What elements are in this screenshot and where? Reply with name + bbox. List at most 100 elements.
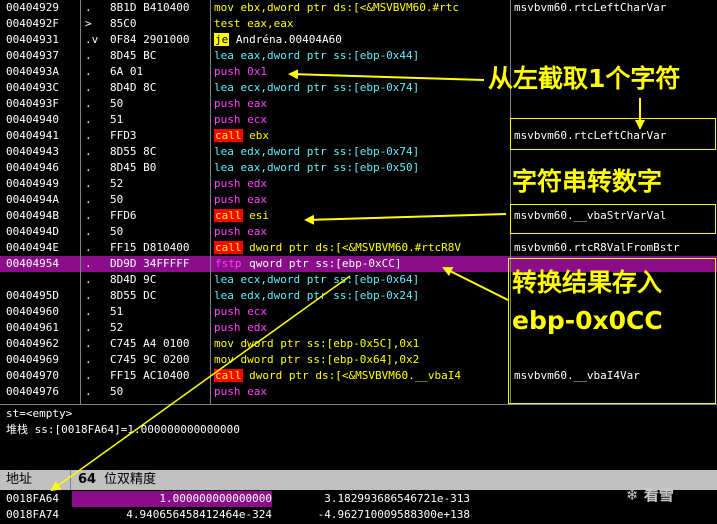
dump-value: 3.182993686546721e-313 — [324, 492, 470, 505]
disasm-instruction: lea eax,dword ptr ss:[ebp-0x50] — [214, 160, 510, 176]
disasm-hex: 8D45 B0 — [110, 161, 157, 174]
disasm-address: 00404937 — [6, 49, 59, 62]
disasm-row[interactable]: 0040492F >85C0 test eax,eax — [0, 16, 717, 32]
disasm-instruction: lea ecx,dword ptr ss:[ebp-0x64] — [214, 272, 510, 288]
disasm-address: 0040495A — [6, 273, 59, 286]
annotation-str-to-num: 字符串转数字 — [512, 167, 663, 196]
disasm-address: 0040494B — [6, 209, 59, 222]
disasm-hex: 51 — [110, 305, 124, 318]
disasm-instruction: test eax,eax — [214, 16, 510, 32]
disasm-hex: 50 — [110, 385, 124, 398]
jump-marker: . — [85, 193, 92, 206]
memory-dump-pane[interactable]: 0018FA64 1.000000000000000 3.1829936865467… — [0, 490, 717, 524]
disasm-address: 00404969 — [6, 353, 59, 366]
dump-header-format[interactable]: 位双精度 — [104, 470, 156, 490]
stack-value-text: 堆栈 ss:[0018FA64]=1.000000000000000 — [6, 423, 240, 436]
disasm-address: 00404960 — [6, 305, 59, 318]
instruction-token: push eax — [214, 193, 267, 206]
disasm-instruction: je Andréna.00404A60 — [214, 32, 510, 48]
disasm-instruction: push eax — [214, 224, 510, 240]
annotation-left-char: 从左截取1个字符 — [488, 64, 681, 93]
disasm-address: 0040493A — [6, 65, 59, 78]
disasm-hex: 50 — [110, 97, 124, 110]
watermark-text: 看雪 — [643, 486, 674, 504]
jump-marker: . — [85, 113, 92, 126]
disasm-instruction: lea edx,dword ptr ss:[ebp-0x74] — [214, 144, 510, 160]
disasm-row[interactable]: 0040494E. FF15 D810400 call dword ptr ds:[… — [0, 240, 717, 256]
disasm-row[interactable]: 00404929. 8B1D B410400 mov ebx,dword ptr d… — [0, 0, 717, 16]
disasm-instruction: call ebx — [214, 128, 510, 144]
disasm-instruction: push ecx — [214, 304, 510, 320]
disasm-row[interactable]: 0040493F. 50 push eax — [0, 96, 717, 112]
jump-marker: . — [85, 49, 92, 62]
instruction-token: lea ecx,dword ptr ss:[ebp-0x74] — [214, 81, 420, 94]
dump-row[interactable]: 0018FA74 4.940656458412464e-324 -4.9627100… — [0, 507, 717, 523]
instruction-token: call — [214, 369, 243, 382]
disasm-hex: DD9D 34FFFFF — [110, 257, 190, 270]
dump-address: 0018FA74 — [6, 508, 59, 521]
instruction-token: call — [214, 241, 243, 254]
instruction-token: push edx — [214, 177, 267, 190]
disasm-address: 0040495D — [6, 289, 59, 302]
disasm-hex: 0F84 2901000 — [110, 33, 190, 46]
instruction-token: esi — [242, 209, 269, 222]
instruction-token: push edx — [214, 321, 267, 334]
annotation-box-leftchar — [510, 118, 716, 150]
disasm-address: 00404941 — [6, 129, 59, 142]
disasm-instruction: push ecx — [214, 112, 510, 128]
jump-marker: . — [85, 225, 92, 238]
disasm-address: 00404961 — [6, 321, 59, 334]
dump-row[interactable]: 0018FA64 1.000000000000000 3.1829936865467… — [0, 491, 717, 507]
column-divider-addr — [80, 0, 81, 404]
disasm-comment: msvbvm60.rtcLeftCharVar — [514, 1, 667, 14]
jump-marker: . — [85, 321, 92, 334]
disasm-hex: 85C0 — [110, 17, 137, 30]
disasm-hex: C745 9C 0200 — [110, 353, 190, 366]
dump-header-bits[interactable]: 64 — [78, 470, 96, 490]
disasm-hex: 52 — [110, 177, 124, 190]
disasm-address: 00404943 — [6, 145, 59, 158]
disasm-hex: 8D45 BC — [110, 49, 157, 62]
instruction-token: push eax — [214, 385, 267, 398]
disasm-hex: 8B1D B410400 — [110, 1, 190, 14]
jump-marker: . — [85, 145, 92, 158]
disasm-row[interactable]: 00404931 .v 0F84 2901000 je Andréna.00404A6… — [0, 32, 717, 48]
jump-marker: . — [85, 369, 92, 382]
disasm-hex: 8D55 DC — [110, 289, 157, 302]
disasm-instruction: push eax — [214, 384, 510, 400]
instruction-token: Andréna.00404A60 — [229, 33, 342, 46]
instruction-token: call — [214, 209, 243, 222]
jump-marker: . — [85, 273, 92, 286]
disasm-hex: C745 A4 0100 — [110, 337, 190, 350]
dump-value: 4.940656458412464e-324 — [126, 508, 272, 521]
instruction-token: qword ptr ss:[ebp-0xCC] — [242, 257, 402, 270]
instruction-token: dword ptr ds:[<&MSVBVM60.#rtcR8V — [242, 241, 462, 254]
jump-marker: . — [85, 177, 92, 190]
jump-marker: . — [85, 209, 92, 222]
jump-marker: . — [85, 1, 92, 14]
disasm-instruction: call dword ptr ds:[<&MSVBVM60.#rtcR8V — [214, 240, 510, 256]
instruction-token: mov ebx,dword ptr ds:[<&MSVBVM60.#rtc — [214, 1, 460, 14]
disasm-address: 00404970 — [6, 369, 59, 382]
disasm-hex: 50 — [110, 193, 124, 206]
disasm-row[interactable]: 00404937. 8D45 BC lea eax,dword ptr ss:[eb… — [0, 48, 717, 64]
jump-marker: . — [85, 385, 92, 398]
disasm-instruction: push eax — [214, 96, 510, 112]
fpu-status-text: st=<empty> — [6, 407, 73, 420]
instruction-token: push eax — [214, 97, 267, 110]
disasm-hex: 50 — [110, 225, 124, 238]
dump-value: -4.962710009588300e+138 — [317, 508, 470, 521]
info-pane: st=<empty> 堆栈 ss:[0018FA64]=1.0000000000… — [0, 404, 717, 471]
disasm-instruction: mov dword ptr ss:[ebp-0x5C],0x1 — [214, 336, 510, 352]
watermark-logo: ❄ 看雪 — [626, 484, 674, 505]
dump-header-address[interactable]: 地址 — [6, 470, 32, 490]
instruction-token: lea edx,dword ptr ss:[ebp-0x74] — [214, 145, 420, 158]
instruction-token: push eax — [214, 225, 267, 238]
disasm-hex: 8D4D 8C — [110, 81, 157, 94]
instruction-token: je — [214, 33, 230, 46]
instruction-token: push ecx — [214, 305, 267, 318]
instruction-token: ebx — [242, 129, 269, 142]
disasm-instruction: lea edx,dword ptr ss:[ebp-0x24] — [214, 288, 510, 304]
disasm-address: 0040492F — [6, 17, 59, 30]
dump-value: 1.000000000000000 — [72, 491, 272, 507]
